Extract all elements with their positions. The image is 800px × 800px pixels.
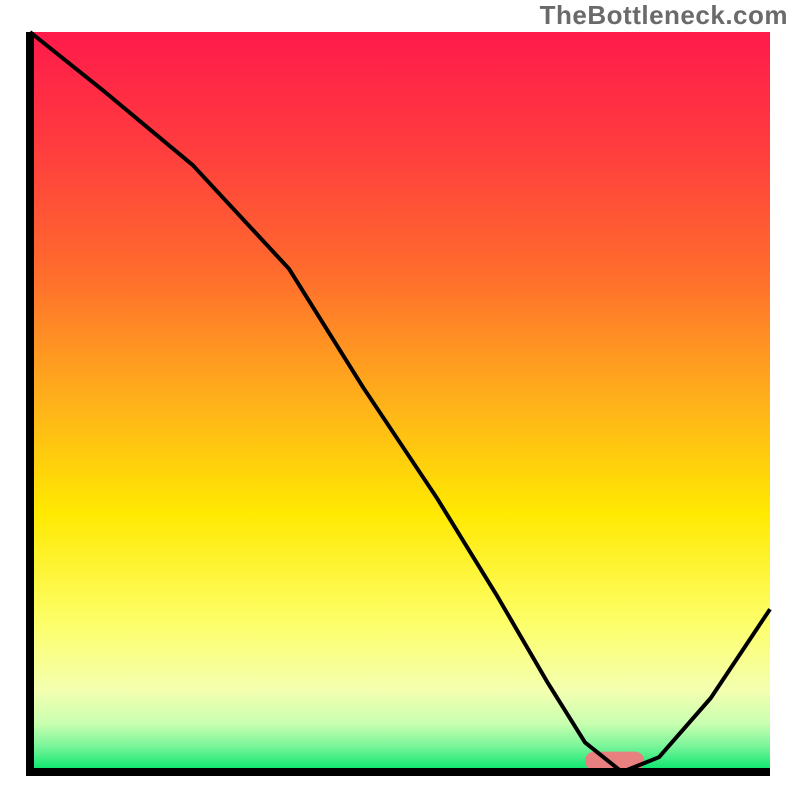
chart-frame: TheBottleneck.com	[0, 0, 800, 800]
chart-background	[30, 32, 770, 772]
attribution-label: TheBottleneck.com	[540, 0, 788, 31]
bottleneck-chart	[0, 0, 800, 800]
